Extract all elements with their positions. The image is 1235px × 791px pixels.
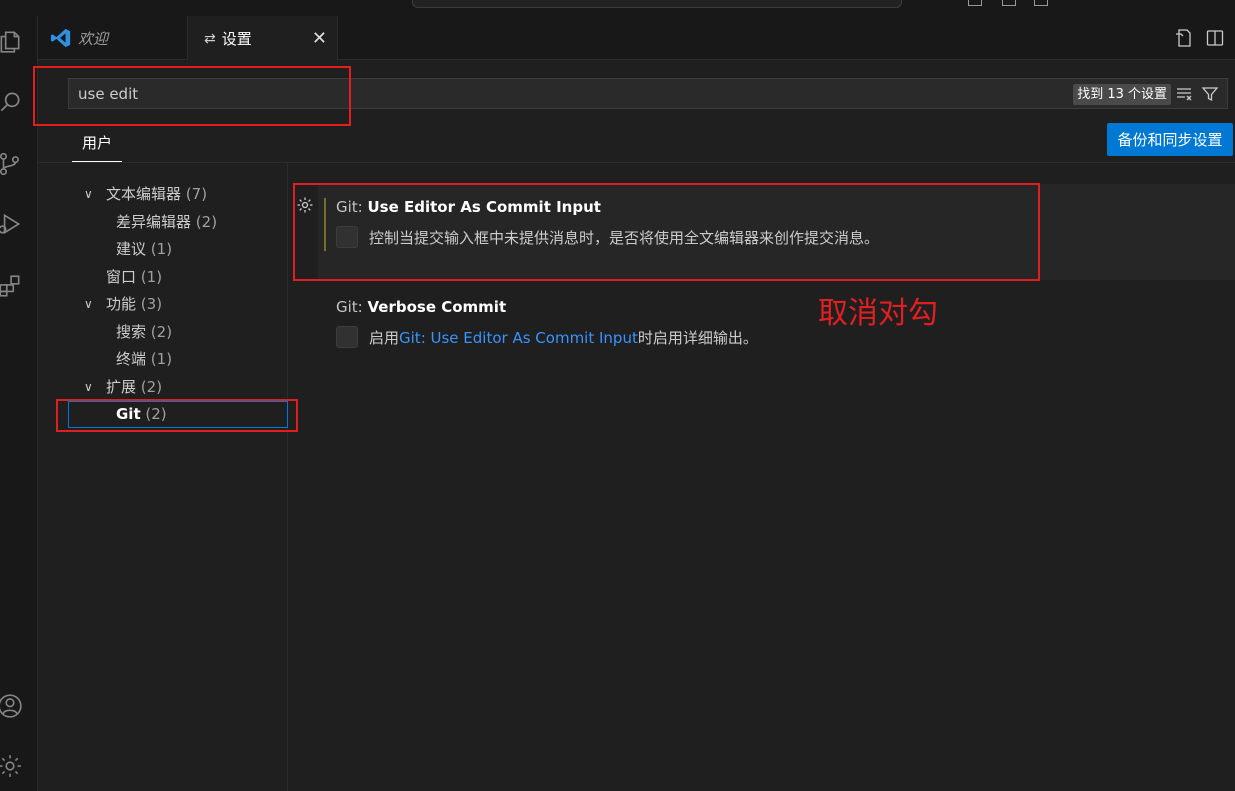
setting-description: 启用Git: Use Editor As Commit Input时启用详细输出…	[369, 329, 758, 347]
toc-item-text-editor[interactable]: ∨ 文本编辑器 (7)	[38, 181, 288, 208]
toc-item-terminal[interactable]: 终端 (1)	[38, 346, 288, 373]
toc-item-diff-editor[interactable]: 差异编辑器 (2)	[38, 209, 288, 236]
chevron-down-icon: ∨	[84, 297, 93, 311]
toc-item-extensions[interactable]: ∨ 扩展 (2)	[38, 374, 288, 401]
annotation-text: 取消对勾	[818, 296, 938, 331]
layout-icon[interactable]	[968, 0, 982, 6]
tab-welcome[interactable]: 欢迎	[38, 16, 188, 60]
chevron-down-icon: ∨	[84, 187, 93, 201]
toc-item-search[interactable]: 搜索 (2)	[38, 319, 288, 346]
activity-bar	[0, 16, 38, 791]
vscode-logo-icon	[50, 28, 71, 48]
tab-settings-label: 设置	[221, 30, 252, 48]
setting-title: Git: Verbose Commit	[336, 298, 507, 316]
extensions-icon[interactable]	[0, 266, 38, 306]
backup-sync-button[interactable]: 备份和同步设置	[1107, 123, 1233, 156]
close-icon[interactable]: ✕	[312, 28, 327, 49]
filter-icon[interactable]	[1201, 85, 1219, 103]
open-settings-json-icon[interactable]	[1173, 28, 1193, 48]
split-editor-icon[interactable]	[1205, 28, 1225, 48]
annotation-box-git	[56, 399, 298, 432]
run-debug-icon[interactable]	[0, 204, 38, 244]
tab-settings[interactable]: ⇄ 设置 ✕	[188, 16, 338, 61]
annotation-box-search	[33, 66, 351, 126]
title-bar	[0, 0, 1235, 16]
chevron-down-icon: ∨	[84, 380, 93, 394]
editor-tab-bar: 欢迎 ⇄ 设置 ✕	[38, 16, 1235, 61]
toc-item-suggestions[interactable]: 建议 (1)	[38, 236, 288, 263]
settings-toc: ∨ 文本编辑器 (7) 差异编辑器 (2) 建议 (1) 窗口 (1) ∨ 功能…	[38, 163, 288, 791]
settings-tab-icon: ⇄	[204, 30, 216, 47]
account-icon[interactable]	[0, 686, 38, 726]
manage-gear-icon[interactable]	[0, 746, 38, 786]
tab-welcome-label: 欢迎	[78, 29, 109, 48]
layout-sidebar-icon[interactable]	[1034, 0, 1048, 6]
source-control-icon[interactable]	[0, 144, 38, 184]
explorer-icon[interactable]	[0, 22, 38, 62]
verbose-commit-checkbox[interactable]	[336, 326, 358, 348]
layout-panel-icon[interactable]	[1002, 0, 1016, 6]
toc-item-window[interactable]: 窗口 (1)	[38, 264, 288, 291]
clear-filter-icon[interactable]	[1175, 85, 1193, 103]
toc-item-features[interactable]: ∨ 功能 (3)	[38, 291, 288, 318]
tab-user-scope[interactable]: 用户	[72, 132, 122, 162]
result-count-badge: 找到 13 个设置	[1073, 84, 1171, 105]
setting-link[interactable]: Git: Use Editor As Commit Input	[399, 329, 638, 347]
annotation-box-setting	[293, 183, 1040, 281]
command-center[interactable]	[412, 0, 902, 8]
